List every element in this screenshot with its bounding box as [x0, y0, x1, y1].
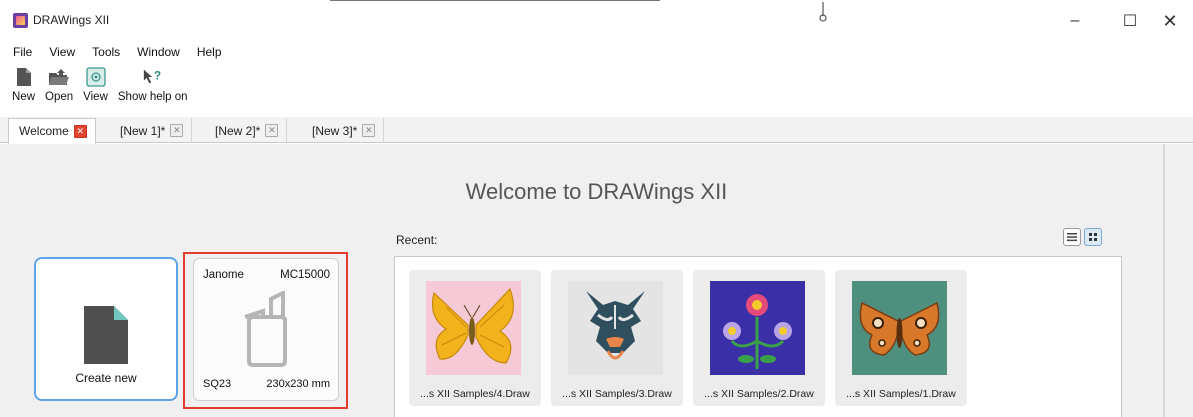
- title-bar: DRAWings XII – ☐ ✕: [0, 0, 1193, 40]
- butterfly-thumbnail: [426, 281, 521, 375]
- recent-file-name: ...s XII Samples/1.Draw: [846, 388, 956, 400]
- recent-item-2[interactable]: ...s XII Samples/2.Draw: [693, 270, 825, 406]
- minimize-button[interactable]: –: [1055, 8, 1095, 34]
- toolbar: New Open View ? Show help on: [0, 65, 194, 109]
- tab-new-2-label: [New 2]*: [215, 123, 261, 138]
- svg-text:?: ?: [154, 69, 161, 83]
- view-icon: [85, 65, 107, 89]
- tab-welcome-label: Welcome: [19, 124, 69, 138]
- grid-view-toggle[interactable]: [1084, 228, 1102, 246]
- menu-help[interactable]: Help: [187, 41, 229, 63]
- recent-file-name: ...s XII Samples/4.Draw: [420, 388, 530, 400]
- machine-brand: Janome: [203, 269, 244, 281]
- tab-close-icon[interactable]: ✕: [362, 124, 376, 137]
- list-view-toggle[interactable]: [1063, 228, 1081, 246]
- create-new-label: Create new: [75, 371, 137, 385]
- help-cursor-icon: ?: [142, 65, 164, 89]
- tab-new-1[interactable]: [New 1]* ✕: [110, 118, 193, 143]
- recent-item-3[interactable]: ...s XII Samples/3.Draw: [551, 270, 683, 406]
- cursor-icon: [819, 2, 827, 22]
- recent-label: Recent:: [396, 233, 438, 247]
- machine-model: MC15000: [280, 269, 330, 281]
- tab-new-2[interactable]: [New 2]* ✕: [205, 118, 288, 143]
- window-title: DRAWings XII: [33, 13, 110, 27]
- tab-close-icon[interactable]: ✕: [73, 124, 87, 138]
- show-help-on-label: Show help on: [117, 91, 188, 103]
- menu-file[interactable]: File: [0, 41, 39, 63]
- view-label: View: [83, 91, 108, 103]
- tab-welcome[interactable]: Welcome ✕: [8, 118, 96, 144]
- recent-item-1[interactable]: ...s XII Samples/1.Draw: [835, 270, 967, 406]
- open-label: Open: [45, 91, 74, 103]
- recent-files-panel: ...s XII Samples/4.Draw ...s XII Samples…: [394, 256, 1122, 417]
- close-button[interactable]: ✕: [1150, 8, 1190, 34]
- new-document-icon: [84, 306, 128, 364]
- list-view-icon: [1067, 233, 1077, 242]
- recent-file-name: ...s XII Samples/3.Draw: [562, 388, 672, 400]
- sewing-machine-icon: [244, 291, 287, 367]
- machine-hoop-card[interactable]: Janome MC15000 SQ23 230x230 mm: [193, 258, 339, 401]
- welcome-page: Welcome to DRAWings XII Create new Janom…: [0, 144, 1193, 417]
- show-help-on-button[interactable]: ? Show help on: [114, 65, 192, 109]
- tab-close-icon[interactable]: ✕: [170, 124, 184, 137]
- panel-divider: [1163, 144, 1165, 417]
- open-button[interactable]: Open: [41, 65, 77, 109]
- tiger-thumbnail: [568, 281, 663, 375]
- welcome-heading: Welcome to DRAWings XII: [465, 179, 728, 204]
- tab-new-1-label: [New 1]*: [120, 123, 166, 138]
- new-file-icon: [13, 65, 35, 89]
- menu-bar: File View Tools Window Help: [0, 41, 229, 63]
- menu-tools[interactable]: Tools: [82, 41, 127, 63]
- new-label: New: [12, 91, 36, 103]
- create-new-card[interactable]: Create new: [34, 257, 178, 401]
- menu-window[interactable]: Window: [127, 41, 187, 63]
- menu-view[interactable]: View: [39, 41, 82, 63]
- top-edge-line: [330, 0, 660, 4]
- new-button[interactable]: New: [8, 65, 39, 109]
- maximize-button[interactable]: ☐: [1110, 8, 1150, 34]
- document-tab-bar: Welcome ✕ [New 1]* ✕ [New 2]* ✕ [New 3]*…: [0, 117, 1193, 144]
- tab-new-3-label: [New 3]*: [312, 123, 358, 138]
- flowers-thumbnail: [710, 281, 805, 375]
- view-button[interactable]: View: [79, 65, 112, 109]
- open-folder-icon: [48, 65, 70, 89]
- recent-item-4[interactable]: ...s XII Samples/4.Draw: [409, 270, 541, 406]
- recent-file-name: ...s XII Samples/2.Draw: [704, 388, 814, 400]
- hoop-size: 230x230 mm: [266, 378, 330, 390]
- app-logo-icon: [13, 13, 28, 28]
- tab-new-3[interactable]: [New 3]* ✕: [302, 118, 385, 143]
- hoop-code: SQ23: [203, 378, 232, 390]
- tab-close-icon[interactable]: ✕: [265, 124, 279, 137]
- moth-thumbnail: [852, 281, 947, 375]
- grid-view-icon: [1089, 233, 1097, 241]
